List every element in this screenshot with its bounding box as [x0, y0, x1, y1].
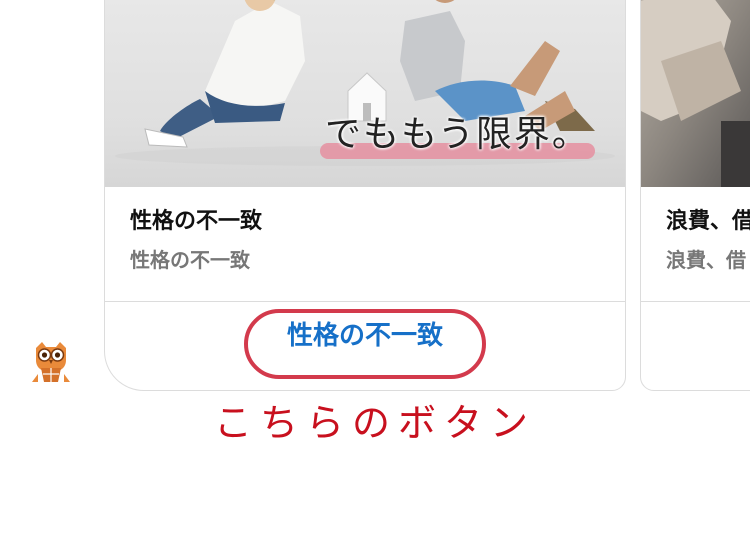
card-title: 浪費、借 [666, 209, 750, 234]
card-subtitle: 浪費、借 [666, 248, 746, 272]
card-hero-image [641, 0, 750, 187]
owl-avatar-icon [28, 338, 74, 384]
carousel-card: 浪費、借 浪費、借 [640, 0, 750, 391]
card-title: 性格の不一致 [130, 209, 263, 234]
card-subtitle: 性格の不一致 [130, 248, 250, 272]
action-button-personality-mismatch[interactable]: 性格の不一致 [105, 314, 625, 353]
annotation-caption: こちらのボタン [213, 401, 536, 445]
card-divider [641, 301, 750, 302]
card-hero-image: でももう限界。 [105, 0, 625, 187]
hero-overlay-text: でももう限界。 [325, 114, 590, 155]
carousel-card: でももう限界。 性格の不一致 性格の不一致 性格の不一致 [104, 0, 626, 391]
card-action-area: 性格の不一致 [105, 302, 625, 390]
